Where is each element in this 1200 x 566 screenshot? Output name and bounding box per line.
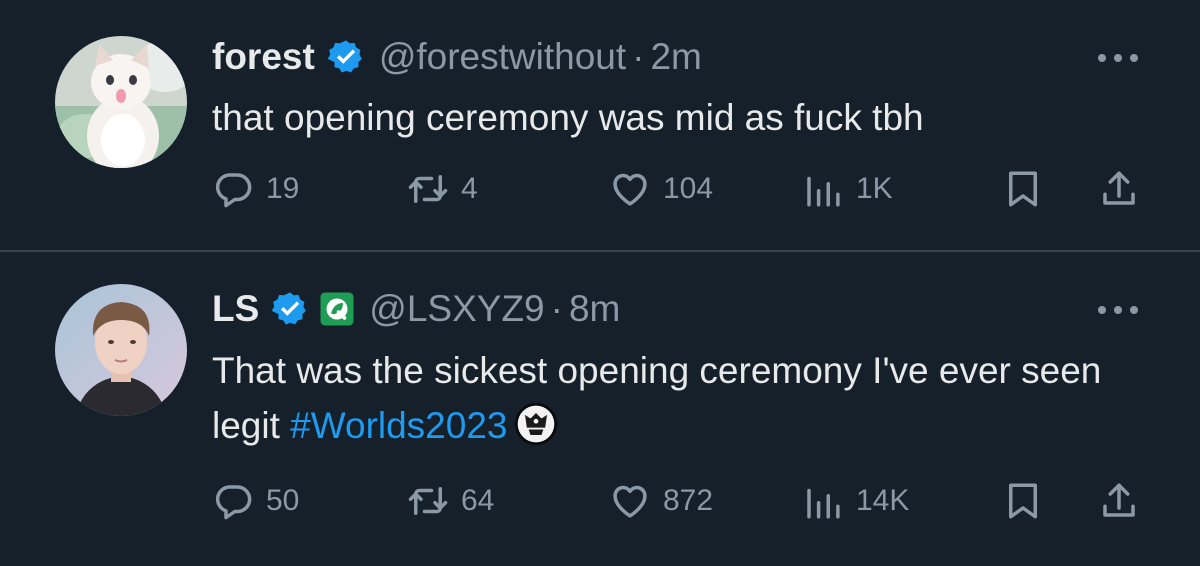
reply-button[interactable]: 19 bbox=[212, 164, 299, 214]
reply-icon bbox=[212, 480, 254, 522]
retweet-count: 64 bbox=[461, 484, 495, 517]
retweet-icon bbox=[407, 480, 449, 522]
share-button[interactable] bbox=[1098, 476, 1140, 526]
separator-dot: · bbox=[550, 288, 563, 329]
tweet[interactable]: LS @LSXYZ9 · 8m That was the sickest ope… bbox=[0, 252, 1200, 566]
bookmark-button[interactable] bbox=[1002, 164, 1044, 214]
more-options-icon[interactable] bbox=[1098, 300, 1138, 320]
like-button[interactable]: 104 bbox=[609, 164, 713, 214]
user-handle[interactable]: @LSXYZ9 bbox=[369, 288, 544, 330]
avatar[interactable] bbox=[55, 36, 187, 168]
tweet-header: LS @LSXYZ9 · 8m bbox=[212, 284, 620, 334]
hashtag-link[interactable]: #Worlds2023 bbox=[290, 405, 507, 446]
views-button[interactable]: 1K bbox=[802, 164, 893, 214]
bookmark-icon bbox=[1002, 480, 1044, 522]
views-count: 1K bbox=[856, 172, 893, 205]
separator-dot: · bbox=[632, 36, 645, 77]
tweet-text: that opening ceremony was mid as fuck tb… bbox=[212, 97, 924, 138]
reply-count: 50 bbox=[266, 484, 300, 517]
timestamp[interactable]: 2m bbox=[650, 36, 701, 78]
avatar[interactable] bbox=[55, 284, 187, 416]
reply-button[interactable]: 50 bbox=[212, 476, 299, 526]
bookmark-button[interactable] bbox=[1002, 476, 1044, 526]
retweet-icon bbox=[407, 168, 449, 210]
user-handle[interactable]: @forestwithout bbox=[379, 36, 626, 78]
more-options-icon[interactable] bbox=[1098, 48, 1138, 68]
timestamp[interactable]: 8m bbox=[569, 288, 620, 330]
worlds-trophy-emoji-icon bbox=[514, 402, 558, 446]
tweet[interactable]: forest @forestwithout · 2m that opening … bbox=[0, 0, 1200, 250]
heart-icon bbox=[609, 480, 651, 522]
verified-badge-icon[interactable] bbox=[327, 38, 365, 76]
like-count: 104 bbox=[663, 172, 714, 205]
share-icon bbox=[1098, 480, 1140, 522]
like-count: 872 bbox=[663, 484, 714, 517]
tweet-text: That was the sickest opening ceremony I'… bbox=[212, 343, 1132, 453]
reply-icon bbox=[212, 168, 254, 210]
tweet-header: forest @forestwithout · 2m bbox=[212, 32, 702, 82]
display-name[interactable]: forest bbox=[212, 36, 315, 78]
action-bar: 19 4 104 1K bbox=[212, 164, 1142, 214]
heart-icon bbox=[609, 168, 651, 210]
retweet-button[interactable]: 4 bbox=[407, 164, 478, 214]
like-button[interactable]: 872 bbox=[609, 476, 713, 526]
views-button[interactable]: 14K bbox=[802, 476, 909, 526]
views-count: 14K bbox=[856, 484, 910, 517]
retweet-button[interactable]: 64 bbox=[407, 476, 494, 526]
views-chart-icon bbox=[802, 168, 844, 210]
retweet-count: 4 bbox=[461, 172, 478, 205]
views-chart-icon bbox=[802, 480, 844, 522]
affiliate-badge-icon[interactable] bbox=[319, 291, 355, 327]
verified-badge-icon[interactable] bbox=[271, 290, 309, 328]
share-button[interactable] bbox=[1098, 164, 1140, 214]
share-icon bbox=[1098, 168, 1140, 210]
reply-count: 19 bbox=[266, 172, 300, 205]
bookmark-icon bbox=[1002, 168, 1044, 210]
display-name[interactable]: LS bbox=[212, 288, 259, 330]
action-bar: 50 64 872 14K bbox=[212, 476, 1142, 526]
